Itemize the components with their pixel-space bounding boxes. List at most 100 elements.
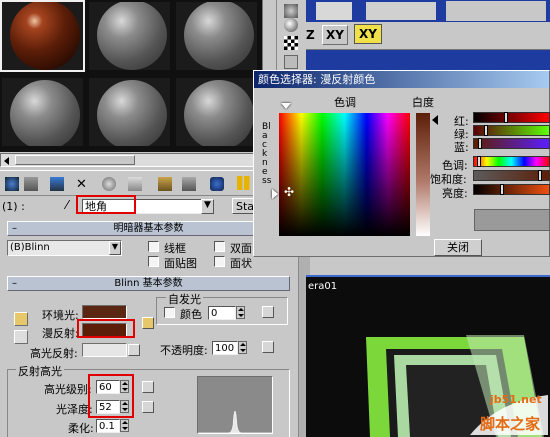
red-slider-knob[interactable] (504, 112, 508, 123)
value-slider[interactable] (473, 184, 550, 195)
blinn-rollout-header[interactable]: – Blinn 基本参数 (7, 276, 290, 291)
green-slider[interactable] (473, 125, 550, 136)
copy-material-icon[interactable] (102, 177, 116, 191)
highlight-curve (198, 410, 272, 434)
material-name-dropdown-icon[interactable]: ▼ (201, 199, 214, 214)
axis-toolbar: Z XY XY (306, 22, 550, 50)
color-picker-titlebar[interactable]: 颜色选择器: 漫反射颜色 (254, 71, 549, 88)
axis-xy-button[interactable]: XY (322, 25, 348, 45)
diffuse-color-swatch[interactable] (82, 323, 127, 337)
blue-slider-knob[interactable] (478, 138, 482, 149)
sample-type-icon[interactable] (284, 4, 298, 18)
blue-slider[interactable] (473, 138, 550, 149)
get-material-icon[interactable] (5, 177, 19, 191)
axis-z-button[interactable]: Z (306, 28, 315, 42)
faceted-label: 面状 (230, 257, 252, 270)
opacity-spinner[interactable] (238, 341, 247, 354)
lock-diffuse-specular-icon[interactable] (14, 330, 28, 344)
saturation-slider[interactable] (473, 170, 550, 181)
abc-tool-icon[interactable] (316, 2, 352, 20)
main-toolbar-top (306, 0, 550, 22)
blackness-pointer-icon[interactable] (272, 189, 278, 199)
viewport-header-strip (306, 50, 550, 70)
material-sphere (10, 80, 80, 146)
material-sphere (184, 80, 254, 146)
wire-checkbox[interactable] (148, 241, 159, 252)
scroll-thumb[interactable] (15, 155, 135, 165)
red-slider[interactable] (473, 112, 550, 123)
glossiness-input[interactable]: 52 (96, 400, 120, 414)
whiteness-pointer-icon[interactable] (432, 115, 438, 125)
make-unique-icon[interactable] (128, 177, 142, 191)
whiteness-bar[interactable] (416, 113, 430, 236)
specular-map-button[interactable] (128, 344, 140, 356)
two-sided-checkbox[interactable] (214, 241, 225, 252)
put-to-library-icon[interactable] (158, 177, 172, 191)
material-effects-icon[interactable] (182, 177, 196, 191)
show-map-icon[interactable] (210, 177, 224, 191)
pick-material-icon[interactable]: ⁄ (66, 198, 68, 212)
shader-rollout-header[interactable]: – 明暗器基本参数 (7, 221, 290, 236)
self-illum-map-button[interactable] (262, 306, 274, 318)
soften-input[interactable]: 0.1 (96, 419, 120, 433)
hue-pointer-icon[interactable] (281, 103, 291, 109)
reset-icon[interactable]: ✕ (76, 177, 87, 192)
specular-level-label: 高光级别: (44, 383, 92, 396)
assign-material-icon[interactable] (50, 177, 64, 191)
hue-slider[interactable] (473, 156, 550, 167)
opacity-input[interactable]: 100 (212, 341, 238, 355)
wire-label: 线框 (164, 242, 186, 255)
green-slider-knob[interactable] (484, 125, 488, 136)
glossiness-spinner[interactable] (120, 400, 129, 413)
blackness-label: Blackness (262, 122, 272, 186)
self-illum-color-checkbox[interactable] (164, 307, 175, 318)
shape-tools-icon[interactable] (446, 1, 546, 21)
opacity-value: 100 (215, 343, 235, 354)
slots-scrollbar[interactable] (0, 153, 262, 167)
background-checker-icon[interactable] (284, 36, 298, 50)
text-tool-icon[interactable] (366, 2, 436, 20)
self-illum-spinner[interactable] (236, 306, 245, 319)
close-button[interactable]: 关闭 (434, 239, 482, 256)
specular-color-swatch[interactable] (82, 343, 127, 357)
lock-ambient-diffuse-icon[interactable] (14, 312, 28, 326)
scroll-left-icon[interactable] (4, 157, 9, 165)
opacity-map-button[interactable] (262, 341, 274, 353)
sample-slot-6[interactable] (174, 76, 259, 148)
sample-slot-2[interactable] (87, 0, 172, 72)
axis-xy-active-button[interactable]: XY (354, 24, 382, 44)
chevron-down-icon[interactable]: ▼ (109, 241, 121, 255)
glossiness-map-button[interactable] (142, 401, 154, 413)
material-sphere (184, 2, 254, 70)
specular-level-input[interactable]: 60 (96, 380, 120, 394)
blinn-rollout-title: Blinn 基本参数 (114, 278, 183, 289)
faceted-checkbox[interactable] (214, 256, 225, 267)
value-slider-knob[interactable] (500, 184, 504, 195)
specular-level-value: 60 (99, 382, 112, 393)
soften-spinner[interactable] (120, 419, 129, 432)
backlight-icon[interactable] (284, 18, 298, 32)
hue-slider-knob[interactable] (477, 156, 481, 167)
self-illum-value-input[interactable]: 0 (208, 306, 236, 320)
whiteness-header: 白度 (412, 96, 434, 109)
screenshot-root: { "material_editor": { "shader_channel":… (0, 0, 550, 437)
material-sphere (97, 80, 167, 146)
ambient-color-swatch[interactable] (82, 305, 127, 319)
face-map-checkbox[interactable] (148, 256, 159, 267)
opacity-label: 不透明度: (160, 344, 208, 357)
sample-slot-1[interactable] (0, 0, 85, 72)
material-name-input[interactable]: 地角 (82, 199, 214, 214)
self-illum-value: 0 (211, 308, 218, 319)
sample-slot-3[interactable] (174, 0, 259, 72)
diffuse-map-lock-icon[interactable] (142, 317, 154, 329)
specular-level-spinner[interactable] (120, 380, 129, 393)
hue-blackness-field[interactable]: ✣ (279, 113, 410, 236)
put-to-scene-icon[interactable] (24, 177, 38, 191)
sample-slot-4[interactable] (0, 76, 85, 148)
specular-level-map-button[interactable] (142, 381, 154, 393)
uv-tiling-icon[interactable] (284, 55, 298, 69)
saturation-slider-knob[interactable] (538, 170, 542, 181)
material-sphere (10, 2, 80, 70)
sample-slot-5[interactable] (87, 76, 172, 148)
shader-type-dropdown[interactable]: (B)Blinn ▼ (7, 240, 122, 256)
